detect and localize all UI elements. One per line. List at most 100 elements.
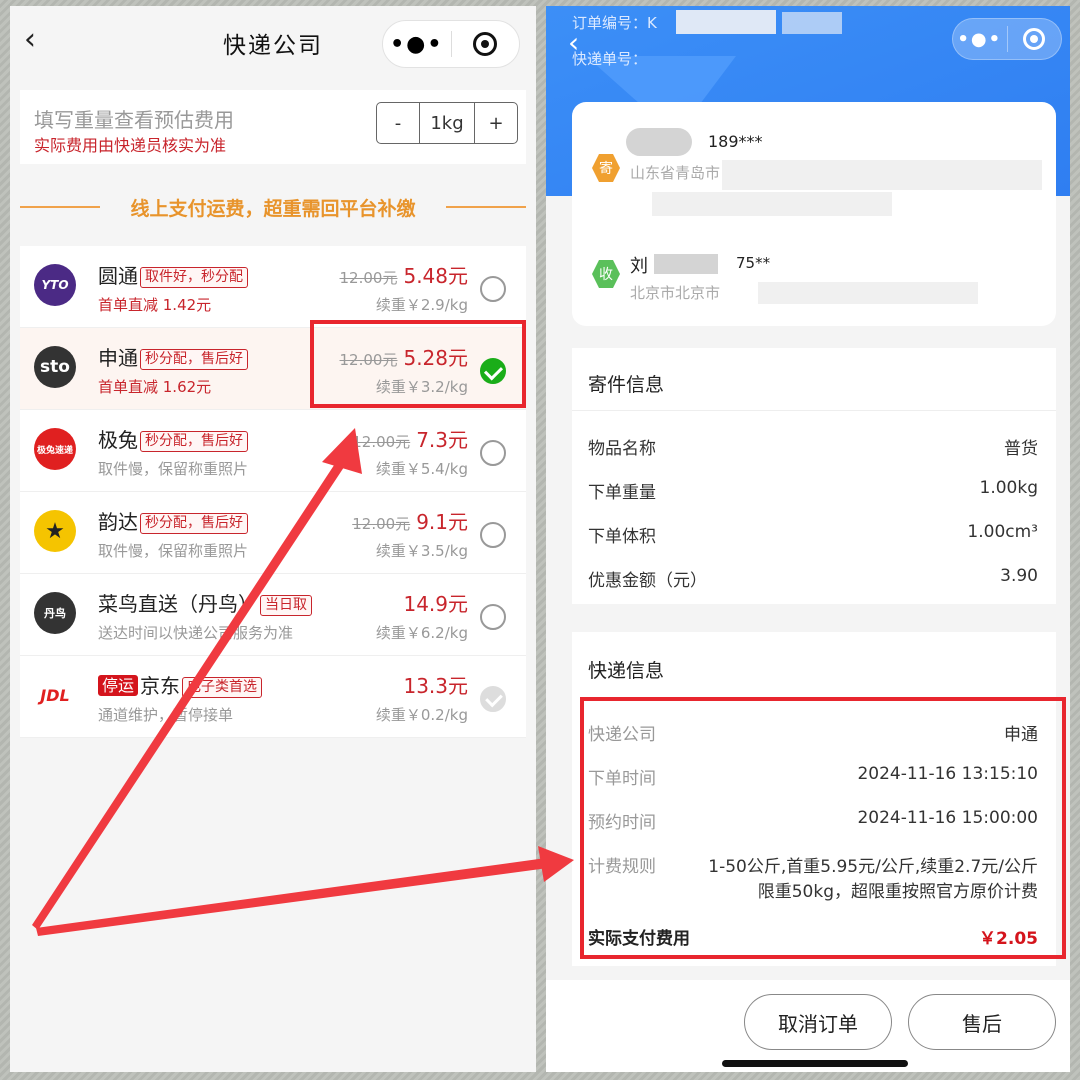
tracking-number-label: 快递单号： bbox=[572, 50, 648, 68]
address-mosaic bbox=[758, 282, 978, 304]
courier-tag: 电子类首选 bbox=[182, 677, 263, 698]
yto-logo-icon: YTO bbox=[34, 264, 76, 306]
receiver-name-mosaic bbox=[654, 254, 718, 274]
action-bar: 取消订单 售后 bbox=[546, 980, 1070, 1072]
send-info-title: 寄件信息 bbox=[588, 374, 665, 396]
increase-weight-button[interactable]: + bbox=[475, 103, 517, 143]
original-price: 12.00元 bbox=[352, 433, 411, 451]
jdl-logo-icon: JDL bbox=[34, 674, 76, 716]
continue-weight-price: 续重￥3.5/kg bbox=[375, 542, 468, 560]
sto-logo-icon: sto bbox=[34, 346, 76, 388]
courier-note: 取件慢，保留称重照片 bbox=[98, 460, 249, 478]
info-value: 普货 bbox=[1004, 439, 1038, 459]
current-price: 5.48元 bbox=[403, 264, 468, 288]
order-number-value: K bbox=[647, 14, 657, 32]
after-sale-button[interactable]: 售后 bbox=[908, 994, 1056, 1050]
select-radio[interactable] bbox=[480, 522, 506, 548]
close-program-button[interactable] bbox=[1008, 28, 1062, 50]
weight-estimator: 填写重量查看预估费用 实际费用由快递员核实为准 - 1kg + bbox=[20, 90, 526, 164]
original-price: 12.00元 bbox=[339, 269, 398, 287]
courier-price: 12.00元 7.3元 bbox=[352, 424, 468, 453]
address-card: 189*** 寄 山东省青岛市 刘 75** 收 北京市北京市 bbox=[572, 102, 1056, 326]
yunda-logo-icon: ★ bbox=[34, 510, 76, 552]
weight-value[interactable]: 1kg bbox=[419, 103, 475, 143]
courier-name: 极兔 秒分配，售后好 bbox=[98, 424, 248, 453]
courier-name: 圆通 取件好，秒分配 bbox=[98, 260, 248, 289]
courier-tag: 当日取 bbox=[260, 595, 312, 616]
info-key: 物品名称 bbox=[588, 439, 656, 459]
courier-discount: 首单直减 1.62元 bbox=[98, 378, 212, 396]
courier-price: 14.9元 bbox=[403, 588, 468, 617]
danniao-logo-icon: 丹鸟 bbox=[34, 592, 76, 634]
receiver-badge: 收 bbox=[592, 260, 620, 288]
current-price: 9.1元 bbox=[416, 510, 468, 534]
more-icon[interactable]: •●• bbox=[383, 32, 451, 57]
courier-name: 停运 京东 电子类首选 bbox=[98, 670, 263, 699]
receiver-phone: 75** bbox=[736, 254, 771, 272]
current-price: 14.9元 bbox=[403, 592, 468, 616]
target-icon bbox=[1023, 28, 1046, 50]
sender-phone: 189*** bbox=[708, 132, 763, 151]
info-value: 1.00kg bbox=[979, 478, 1039, 498]
courier-name: 菜鸟直送（丹鸟） 当日取 bbox=[98, 588, 312, 617]
courier-name-text: 圆通 bbox=[98, 264, 138, 288]
courier-tag: 秒分配，售后好 bbox=[140, 349, 248, 370]
disabled-radio bbox=[480, 686, 506, 712]
courier-row-yunda[interactable]: ★ 韵达 秒分配，售后好 取件慢，保留称重照片 12.00元 9.1元 续重￥3.5… bbox=[20, 492, 526, 574]
current-price: 7.3元 bbox=[416, 428, 468, 452]
address-mosaic bbox=[722, 160, 1042, 190]
home-indicator bbox=[722, 1060, 908, 1067]
courier-name-text: 极兔 bbox=[98, 428, 138, 452]
receiver-name: 刘 bbox=[630, 256, 648, 277]
redaction-mosaic bbox=[676, 10, 776, 34]
courier-tag: 秒分配，售后好 bbox=[140, 513, 248, 534]
continue-weight-price: 续重￥5.4/kg bbox=[375, 460, 468, 478]
notice-line-right bbox=[446, 206, 526, 208]
courier-price: 12.00元 9.1元 bbox=[352, 506, 468, 535]
info-row: 下单重量 1.00kg bbox=[588, 478, 1038, 503]
weight-stepper: - 1kg + bbox=[376, 102, 518, 144]
weight-note: 实际费用由快递员核实为准 bbox=[34, 136, 227, 155]
courier-name-text: 申通 bbox=[98, 346, 138, 370]
courier-name-text: 韵达 bbox=[98, 510, 138, 534]
courier-tag: 秒分配，售后好 bbox=[140, 431, 248, 452]
courier-name: 申通 秒分配，售后好 bbox=[98, 342, 248, 371]
continue-weight-price: 续重￥2.9/kg bbox=[375, 296, 468, 314]
continue-weight-price: 续重￥6.2/kg bbox=[375, 624, 468, 642]
courier-tag: 取件好，秒分配 bbox=[140, 267, 248, 288]
info-row: 优惠金额（元） 3.90 bbox=[588, 566, 1038, 591]
courier-name-text: 京东 bbox=[140, 674, 181, 698]
info-key: 下单重量 bbox=[588, 483, 656, 503]
decrease-weight-button[interactable]: - bbox=[377, 103, 419, 143]
weight-hint: 填写重量查看预估费用 bbox=[34, 108, 234, 132]
courier-row-cainiao[interactable]: 丹鸟 菜鸟直送（丹鸟） 当日取 送达时间以快递公司服务为准 14.9元 续重￥6.… bbox=[20, 574, 526, 656]
address-mosaic bbox=[652, 192, 892, 216]
select-radio[interactable] bbox=[480, 604, 506, 630]
sender-address: 山东省青岛市 bbox=[630, 164, 721, 182]
sender-name-mosaic bbox=[626, 128, 692, 156]
info-value: 3.90 bbox=[1000, 566, 1038, 586]
sender-badge: 寄 bbox=[592, 154, 620, 182]
courier-note: 送达时间以快递公司服务为准 bbox=[98, 624, 294, 642]
courier-note: 取件慢，保留称重照片 bbox=[98, 542, 249, 560]
suspended-tag: 停运 bbox=[98, 675, 139, 696]
select-radio[interactable] bbox=[480, 276, 506, 302]
redaction-mosaic bbox=[782, 12, 842, 34]
highlight-box-price bbox=[310, 320, 526, 408]
select-radio[interactable] bbox=[480, 440, 506, 466]
cancel-order-button[interactable]: 取消订单 bbox=[744, 994, 892, 1050]
courier-select-screen: ‹ 快递公司 •●• 填写重量查看预估费用 实际费用由快递员核实为准 - 1kg… bbox=[10, 6, 536, 1072]
nav-bar: ‹ 快递公司 •●• bbox=[10, 6, 536, 76]
courier-price: 13.3元 bbox=[403, 670, 468, 699]
continue-weight-price: 续重￥0.2/kg bbox=[375, 706, 468, 724]
send-info-card: 寄件信息 物品名称 普货 下单重量 1.00kg 下单体积 1.00cm³ 优惠金额（… bbox=[572, 348, 1056, 604]
order-number: 订单编号：K bbox=[572, 12, 657, 33]
mini-program-capsule: •●• bbox=[952, 18, 1062, 60]
courier-row-yto[interactable]: YTO 圆通 取件好，秒分配 首单直减 1.42元 12.00元 5.48元 续重￥… bbox=[20, 246, 526, 328]
close-program-button[interactable] bbox=[452, 32, 520, 56]
courier-row-jtexpress[interactable]: 极兔速递 极兔 秒分配，售后好 取件慢，保留称重照片 12.00元 7.3元 续重￥… bbox=[20, 410, 526, 492]
order-number-label: 订单编号： bbox=[572, 14, 648, 32]
courier-price: 12.00元 5.48元 bbox=[340, 260, 468, 289]
payment-notice: 线上支付运费，超重需回平台补缴 bbox=[20, 190, 526, 224]
more-icon[interactable]: •●• bbox=[953, 29, 1007, 50]
